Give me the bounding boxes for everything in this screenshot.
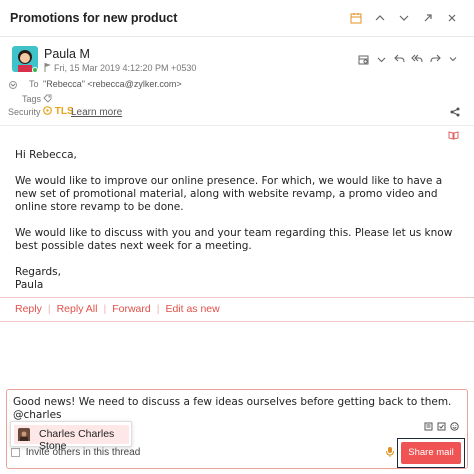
- to-recipient[interactable]: "Rebecca" <rebecca@zylker.com>: [43, 79, 182, 89]
- message-date: Fri, 15 Mar 2019 4:12:20 PM +0530: [54, 63, 197, 73]
- message-actions: Reply | Reply All | Forward | Edit as ne…: [15, 303, 226, 315]
- microphone-icon[interactable]: [385, 446, 395, 461]
- tls-badge: TLS: [43, 106, 74, 117]
- avatar: [18, 428, 30, 441]
- message-toolbar: [354, 52, 462, 66]
- to-label: To: [29, 79, 39, 89]
- note-icon[interactable]: [424, 422, 433, 433]
- share-icon[interactable]: [450, 107, 460, 120]
- actions-divider-top: [0, 297, 474, 298]
- actions-divider-bottom: [0, 321, 474, 322]
- body-paragraph: We would like to discuss with you and yo…: [15, 227, 453, 252]
- body-greeting: Hi Rebecca,: [15, 149, 77, 161]
- tags-label: Tags: [22, 94, 42, 104]
- tag-icon[interactable]: [43, 94, 52, 105]
- sender-name[interactable]: Paula M: [44, 47, 90, 61]
- expand-icon[interactable]: [416, 10, 440, 26]
- composer-input[interactable]: Good news! We need to discuss a few idea…: [13, 396, 451, 422]
- body-paragraph: We would like to improve our online pres…: [15, 175, 443, 213]
- action-separator: |: [103, 303, 107, 315]
- forward-icon[interactable]: [426, 52, 444, 66]
- forward-link[interactable]: Forward: [112, 303, 157, 315]
- more-icon[interactable]: [444, 52, 462, 66]
- invite-checkbox[interactable]: [11, 447, 20, 457]
- chevron-down-icon[interactable]: [392, 10, 416, 26]
- reply-all-icon[interactable]: [408, 52, 426, 66]
- action-separator: |: [156, 303, 160, 315]
- checklist-icon[interactable]: [437, 422, 446, 433]
- mention-name: Charles Charles Stone: [39, 428, 115, 452]
- learn-more-link[interactable]: Learn more: [71, 107, 122, 118]
- share-mail-button[interactable]: Share mail: [401, 442, 461, 464]
- close-icon[interactable]: [440, 10, 464, 26]
- security-label: Security: [8, 107, 41, 117]
- mention-suggestion-item[interactable]: Charles Charles Stone: [14, 425, 129, 452]
- email-subject: Promotions for new product: [10, 11, 178, 25]
- email-body: Hi Rebecca, We would like to improve our…: [15, 149, 460, 292]
- body-closing: Regards,: [15, 266, 61, 278]
- lock-icon: [43, 106, 52, 115]
- meta-divider: [0, 125, 474, 126]
- reply-icon[interactable]: [390, 52, 408, 66]
- chevron-down-icon[interactable]: [372, 52, 390, 66]
- header-toolbar: [344, 10, 464, 26]
- action-separator: |: [47, 303, 51, 315]
- emoji-icon[interactable]: [450, 422, 459, 433]
- composer-line: Good news! We need to discuss a few idea…: [13, 396, 452, 408]
- expand-details-icon[interactable]: [9, 81, 17, 89]
- reply-link[interactable]: Reply: [15, 303, 48, 315]
- composer-toolbar: [424, 422, 459, 433]
- chevron-up-icon[interactable]: [368, 10, 392, 26]
- edit-as-new-link[interactable]: Edit as new: [165, 303, 225, 315]
- thread-header: Promotions for new product: [0, 0, 474, 36]
- book-icon[interactable]: [448, 131, 459, 143]
- header-divider: [0, 36, 474, 37]
- reply-all-link[interactable]: Reply All: [57, 303, 104, 315]
- archive-icon[interactable]: [354, 52, 372, 66]
- mention-suggestion-popup: Charles Charles Stone: [10, 421, 132, 452]
- flag-icon[interactable]: [44, 63, 52, 74]
- online-status-dot: [32, 67, 38, 73]
- calendar-icon[interactable]: [344, 10, 368, 26]
- body-signature: Paula: [15, 279, 44, 291]
